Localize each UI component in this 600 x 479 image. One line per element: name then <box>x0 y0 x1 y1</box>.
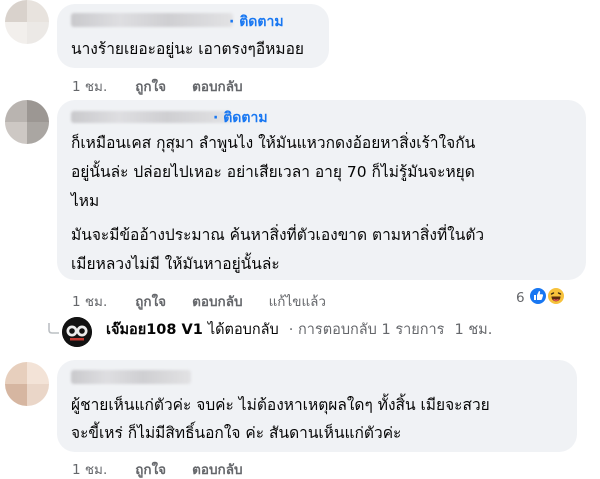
reaction-count[interactable]: 6 <box>516 290 525 306</box>
timestamp[interactable]: 1 ชม. <box>72 458 107 479</box>
comment-text: อยู่นั้นล่ะ ปล่อยไปเหอะ อย่าเสียเวลา อาย… <box>71 163 475 181</box>
commenter-name-redacted[interactable] <box>71 111 231 123</box>
comment-text: จะขี้เหร่ ก็ไม่มีสิทธิ์นอกใจ ค่ะ สันดานเ… <box>71 424 402 442</box>
comment-text: ผู้ชายเห็นแก่ตัวค่ะ จบค่ะ ไม่ต้องหาเหตุผ… <box>71 396 490 414</box>
comment-bubble: · ติดตาม ก็เหมือนเคส กุสุมา ลำพูนไง ให้ม… <box>57 100 586 280</box>
reply-button[interactable]: ตอบกลับ <box>192 75 242 97</box>
comment-actions: 1 ชม. ถูกใจ ตอบกลับ <box>72 458 269 479</box>
like-button[interactable]: ถูกใจ <box>135 458 166 479</box>
comment-actions: 1 ชม. ถูกใจ ตอบกลับ <box>72 75 269 97</box>
view-replies-link[interactable]: เจ๊มอย108 V1 ได้ตอบกลับ · การตอบกลับ 1 ร… <box>100 318 492 341</box>
reply-timestamp: 1 ชม. <box>454 322 493 338</box>
avatar[interactable] <box>5 362 49 406</box>
thumbs-up-icon[interactable] <box>528 286 548 306</box>
like-button[interactable]: ถูกใจ <box>135 290 166 312</box>
reply-button[interactable]: ตอบกลับ <box>192 458 242 479</box>
comment-text: เมียหลวงไม่มี ให้มันหาอยู่นั้นล่ะ <box>71 255 280 273</box>
commenter-name-redacted[interactable] <box>71 370 191 384</box>
comment-text: มันจะมีข้ออ้างประมาณ ค้นหาสิ่งที่ตัวเองข… <box>71 226 485 244</box>
comment-text: นางร้ายเยอะอยู่นะ เอาตรงๆอีหมอย <box>71 40 304 58</box>
follow-link[interactable]: · ติดตาม <box>229 11 284 33</box>
avatar[interactable] <box>5 0 49 44</box>
comment-text: ก็เหมือนเคส กุสุมา ลำพูนไง ให้มันแหวกดงอ… <box>71 134 476 152</box>
haha-emoji-icon[interactable] <box>546 286 566 306</box>
reply-author[interactable]: เจ๊มอย108 V1 <box>106 318 203 341</box>
timestamp[interactable]: 1 ชม. <box>72 290 107 312</box>
reply-button[interactable]: ตอบกลับ <box>192 290 242 312</box>
reply-avatar[interactable] <box>62 317 92 347</box>
comment-bubble: ผู้ชายเห็นแก่ตัวค่ะ จบค่ะ ไม่ต้องหาเหตุผ… <box>57 360 577 452</box>
commenter-name-redacted[interactable] <box>71 13 233 27</box>
comment-actions: 1 ชม. ถูกใจ ตอบกลับ แก้ไขแล้ว <box>72 290 354 312</box>
reply-count[interactable]: · การตอบกลับ 1 รายการ <box>289 318 445 341</box>
comment-bubble: · ติดตาม นางร้ายเยอะอยู่นะ เอาตรงๆอีหมอย <box>57 4 329 68</box>
timestamp[interactable]: 1 ชม. <box>72 75 107 97</box>
edited-label[interactable]: แก้ไขแล้ว <box>269 290 326 312</box>
reply-arrow-icon <box>48 323 59 334</box>
follow-link[interactable]: · ติดตาม <box>213 107 268 129</box>
reply-summary-text: ได้ตอบกลับ <box>207 322 279 338</box>
like-button[interactable]: ถูกใจ <box>135 75 166 97</box>
avatar[interactable] <box>5 100 49 144</box>
comment-text: ไหม <box>71 192 100 210</box>
